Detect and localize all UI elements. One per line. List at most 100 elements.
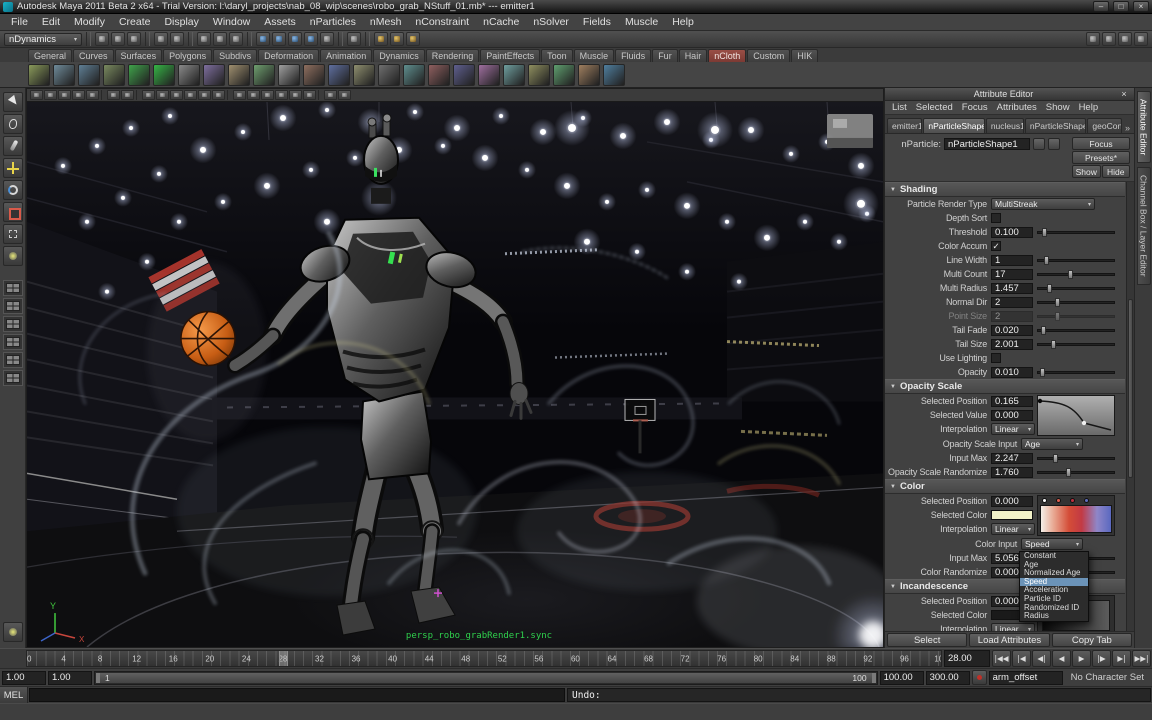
timeline-track[interactable]: 0481216202428323640444852566064687276808… bbox=[26, 650, 942, 667]
slider-normal-dir[interactable] bbox=[1037, 301, 1115, 304]
slider-point-size[interactable] bbox=[1037, 315, 1115, 318]
menu-nconstraint[interactable]: nConstraint bbox=[408, 14, 476, 30]
section-header-shading[interactable]: ▼Shading bbox=[885, 182, 1125, 197]
hud-icon[interactable] bbox=[324, 90, 337, 100]
shadows-icon[interactable] bbox=[198, 90, 211, 100]
show-button[interactable]: Show bbox=[1072, 165, 1101, 178]
gate-mask-icon[interactable] bbox=[275, 90, 288, 100]
menu-display[interactable]: Display bbox=[157, 14, 205, 30]
shelf-tab-polygons[interactable]: Polygons bbox=[163, 49, 212, 62]
character-field[interactable]: arm_offset bbox=[989, 671, 1063, 685]
ae-tab-geocon[interactable]: geoCon bbox=[1087, 118, 1122, 133]
sidebar-tool-settings-icon[interactable] bbox=[1118, 32, 1132, 46]
gravity-icon[interactable] bbox=[378, 64, 400, 86]
safe-title-icon[interactable] bbox=[303, 90, 316, 100]
camera-attributes-icon[interactable] bbox=[58, 90, 71, 100]
ipr-render-icon[interactable] bbox=[390, 32, 404, 46]
dropdown-interpolation[interactable]: Linear▾ bbox=[991, 523, 1035, 535]
select-hierarchy-icon[interactable] bbox=[197, 32, 211, 46]
menuset-dropdown[interactable]: nDynamics ▾ bbox=[4, 33, 82, 46]
nparticle-balls-icon[interactable] bbox=[28, 64, 50, 86]
ae-menu-attributes[interactable]: Attributes bbox=[993, 102, 1041, 113]
paint-select-tool-icon[interactable] bbox=[3, 136, 23, 156]
volume-axis-icon[interactable] bbox=[403, 64, 425, 86]
menu-help[interactable]: Help bbox=[665, 14, 701, 30]
new-scene-icon[interactable] bbox=[95, 32, 109, 46]
paint-effects-icon[interactable] bbox=[578, 64, 600, 86]
use-all-lights-icon[interactable] bbox=[184, 90, 197, 100]
mel-label[interactable]: MEL bbox=[0, 687, 28, 703]
2d-pan-zoom-icon[interactable] bbox=[107, 90, 120, 100]
playback-step-back-frame-button[interactable]: |◀ bbox=[1012, 650, 1031, 667]
slider-handle[interactable] bbox=[1040, 368, 1045, 377]
scale-tool-icon[interactable] bbox=[3, 202, 23, 222]
playback-play-backwards-button[interactable]: ◀ bbox=[1052, 650, 1071, 667]
shelf-tab-hair[interactable]: Hair bbox=[679, 49, 708, 62]
single-pane-layout-icon[interactable] bbox=[3, 280, 23, 296]
snap-view-plane-icon[interactable] bbox=[304, 32, 318, 46]
last-tool-icon[interactable] bbox=[3, 622, 23, 642]
turbulence-icon[interactable] bbox=[428, 64, 450, 86]
menu-file[interactable]: File bbox=[4, 14, 35, 30]
playback-goto-start-button[interactable]: |◀◀ bbox=[992, 650, 1011, 667]
shelf-tab-animation[interactable]: Animation bbox=[320, 49, 372, 62]
drag-icon[interactable] bbox=[453, 64, 475, 86]
bookmarks-icon[interactable] bbox=[72, 90, 85, 100]
newton-icon[interactable] bbox=[478, 64, 500, 86]
field-multi-count[interactable]: 17 bbox=[991, 269, 1033, 280]
slider-opacity[interactable] bbox=[1037, 371, 1115, 374]
menu-create[interactable]: Create bbox=[112, 14, 158, 30]
snap-grid-icon[interactable] bbox=[256, 32, 270, 46]
collide-icon[interactable] bbox=[328, 64, 350, 86]
field-point-size[interactable]: 2 bbox=[991, 311, 1033, 322]
menu-window[interactable]: Window bbox=[206, 14, 257, 30]
field-tail-fade[interactable]: 0.020 bbox=[991, 325, 1033, 336]
shelf-tab-custom[interactable]: Custom bbox=[747, 49, 790, 62]
ae-tab-nparticleshape1[interactable]: nParticleShape1 bbox=[923, 118, 984, 133]
xray-icon[interactable] bbox=[338, 90, 351, 100]
ae-menu-help[interactable]: Help bbox=[1075, 102, 1103, 113]
slider-handle[interactable] bbox=[1047, 284, 1052, 293]
passive-collider-icon[interactable] bbox=[278, 64, 300, 86]
field-opacity[interactable]: 0.010 bbox=[991, 367, 1033, 378]
undo-icon[interactable] bbox=[154, 32, 168, 46]
menu-nparticles[interactable]: nParticles bbox=[303, 14, 363, 30]
isolate-select-icon[interactable] bbox=[233, 90, 246, 100]
playback-start-field[interactable]: 1.00 bbox=[48, 671, 92, 685]
persp-outliner-layout-icon[interactable] bbox=[3, 316, 23, 332]
dropdown-interpolation[interactable]: Linear▾ bbox=[991, 623, 1035, 631]
ae-close-icon[interactable]: × bbox=[1118, 89, 1130, 99]
current-frame-marker[interactable] bbox=[279, 651, 288, 666]
slider-line-width[interactable] bbox=[1037, 259, 1115, 262]
menu-assets[interactable]: Assets bbox=[257, 14, 303, 30]
ae-menu-focus[interactable]: Focus bbox=[958, 102, 992, 113]
popup-item-radius[interactable]: Radius bbox=[1020, 612, 1088, 621]
shelf-tab-general[interactable]: General bbox=[28, 49, 72, 62]
field-line-width[interactable]: 1 bbox=[991, 255, 1033, 266]
ramp-color-widget[interactable] bbox=[1037, 495, 1115, 536]
shelf-tab-subdivs[interactable]: Subdivs bbox=[213, 49, 257, 62]
animation-end-field[interactable]: 300.00 bbox=[926, 671, 970, 685]
menu-muscle[interactable]: Muscle bbox=[618, 14, 665, 30]
hypershade-persp-layout-icon[interactable] bbox=[3, 352, 23, 368]
shelf-tab-fur[interactable]: Fur bbox=[652, 49, 678, 62]
quick-selection-icon[interactable] bbox=[1086, 32, 1100, 46]
sidebar-tab-channel-box-layer-editor[interactable]: Channel Box / Layer Editor bbox=[1137, 167, 1151, 285]
section-header-opacity-scale[interactable]: ▼Opacity Scale bbox=[885, 379, 1125, 394]
nparticle-cloud-icon[interactable] bbox=[53, 64, 75, 86]
goal-icon[interactable] bbox=[203, 64, 225, 86]
minimize-button[interactable]: – bbox=[1093, 1, 1109, 12]
image-plane-icon[interactable] bbox=[86, 90, 99, 100]
lock-camera-icon[interactable] bbox=[44, 90, 57, 100]
shelf-tab-surfaces[interactable]: Surfaces bbox=[115, 49, 163, 62]
sidebar-tab-attribute-editor[interactable]: Attribute Editor bbox=[1137, 91, 1151, 163]
slider-tail-size[interactable] bbox=[1037, 343, 1115, 346]
nparticle-name-field[interactable]: nParticleShape1 bbox=[944, 138, 1030, 150]
field-multi-radius[interactable]: 1.457 bbox=[991, 283, 1033, 294]
four-pane-layout-icon[interactable] bbox=[3, 298, 23, 314]
field-opacity-scale-randomize[interactable]: 1.760 bbox=[991, 467, 1033, 478]
nucleus-icon[interactable] bbox=[178, 64, 200, 86]
field-tail-size[interactable]: 2.001 bbox=[991, 339, 1033, 350]
persp-graph-layout-icon[interactable] bbox=[3, 334, 23, 350]
wind-icon[interactable] bbox=[353, 64, 375, 86]
